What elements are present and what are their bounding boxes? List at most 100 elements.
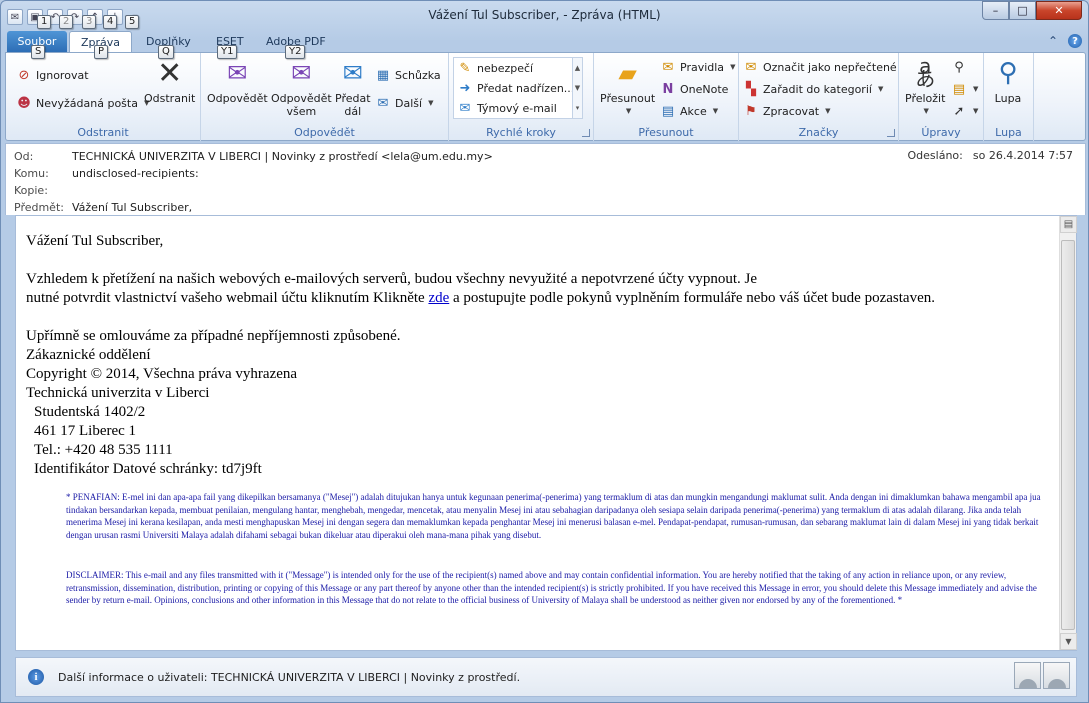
envelope-icon: ✉ [745, 59, 757, 75]
follow-up-button[interactable]: ⚑ Zpracovat ▼ [743, 101, 831, 121]
select-button[interactable]: ➚ ▼ [951, 101, 979, 121]
delete-button[interactable]: ✕ Odstranit [144, 57, 195, 105]
info-icon: i [28, 669, 44, 685]
zoom-button[interactable]: ⚲ Lupa [992, 57, 1024, 106]
cc-row: Kopie: [14, 184, 72, 201]
collapse-ribbon-icon[interactable]: ⌃ [1048, 34, 1058, 48]
recipient-avatar[interactable] [1043, 662, 1070, 689]
body-line-1: Vzhledem k přetížení na našich webových … [26, 271, 758, 287]
binoculars-icon: ⚲ [954, 59, 964, 75]
translate-icon: aあ [915, 54, 936, 91]
group-zoom: ⚲ Lupa Lupa [984, 53, 1034, 141]
follow-up-label: Zpracovat [763, 104, 820, 118]
dialog-launcher-icon[interactable] [582, 129, 590, 137]
rules-icon: ✉ [662, 59, 674, 75]
scroll-down-icon[interactable]: ▼ [1060, 633, 1077, 650]
junk-button[interactable]: ☻ Nevyžádaná pošta ▼ [16, 93, 149, 113]
keytip-message: P [94, 45, 109, 59]
body-line-2a: nutné potvrdit vlastnictví vašeho webmai… [26, 290, 425, 306]
find-button[interactable]: ⚲ [951, 57, 967, 77]
quick-step-forward-manager[interactable]: ➜ Předat nadřízen... [454, 78, 582, 98]
chevron-down-icon: ▼ [877, 85, 884, 93]
body-line-2: nutné potvrdit vlastnictví vašeho webmai… [26, 289, 1056, 308]
flag-icon: ⚑ [745, 103, 757, 119]
related-icon: ▤ [952, 81, 966, 97]
dialog-launcher-icon[interactable] [887, 129, 895, 137]
phishing-link[interactable]: zde [428, 290, 449, 306]
zoom-label: Lupa [994, 92, 1022, 105]
quick-step-danger[interactable]: ✎ nebezpečí [454, 58, 582, 78]
chevron-up-icon[interactable]: ▲ [575, 64, 580, 72]
from-value[interactable]: TECHNICKÁ UNIVERZITA V LIBERCI | Novinky… [72, 150, 493, 167]
group-respond: ✉ Odpovědět ✉ Odpovědět všem ✉ Předat dá… [201, 53, 449, 141]
chevron-down-icon: ▼ [973, 85, 979, 93]
expand-gallery-icon[interactable]: ▾ [576, 104, 580, 112]
minimize-button[interactable]: – [982, 1, 1009, 20]
meeting-button[interactable]: ▦ Schůzka [375, 65, 441, 85]
move-folder-icon: ▰ [618, 58, 637, 87]
actions-label: Akce [680, 104, 707, 118]
actions-button[interactable]: ▤ Akce ▼ [660, 101, 718, 121]
categorize-label: Zařadit do kategorií [763, 82, 872, 96]
group-quick-steps-label: Rychlé kroky [486, 126, 556, 139]
more-icon: ✉ [377, 95, 389, 111]
reply-all-button[interactable]: ✉ Odpovědět všem [271, 57, 332, 119]
group-move-label: Přesunout [638, 126, 694, 139]
message-body: Vážení Tul Subscriber, Vzhledem k přetíž… [26, 216, 1056, 650]
move-label: Přesunout [600, 92, 656, 105]
greeting: Vážení Tul Subscriber, [26, 233, 164, 249]
chevron-down-icon: ▼ [825, 107, 831, 115]
help-icon[interactable]: ? [1068, 34, 1082, 48]
chevron-down-icon: ▼ [625, 107, 632, 115]
ignore-label: Ignorovat [36, 68, 89, 82]
group-respond-label: Odpovědět [294, 126, 355, 139]
chevron-down-icon[interactable]: ▼ [575, 84, 580, 92]
maximize-button[interactable]: □ [1009, 1, 1036, 20]
street-address: Studentská 1402/2 [34, 404, 146, 420]
calendar-icon: ▦ [376, 67, 390, 83]
more-respond-button[interactable]: ✉ Další ▼ [375, 93, 434, 113]
to-value[interactable]: undisclosed-recipients: [72, 167, 199, 184]
scroll-thumb[interactable] [1061, 240, 1075, 630]
reply-icon: ✉ [227, 58, 248, 87]
sender-info-text[interactable]: Další informace o uživateli: TECHNICKÁ U… [58, 671, 520, 684]
reply-all-label-1: Odpovědět [271, 92, 332, 105]
quick-step-label: nebezpečí [477, 61, 534, 75]
translate-label: Přeložit [905, 92, 946, 105]
group-delete: ⊘ Ignorovat ☻ Nevyžádaná pošta ▼ ✕ Odstr… [6, 53, 201, 141]
reply-all-icon: ✉ [291, 58, 312, 87]
move-button[interactable]: ▰ Přesunout ▼ [600, 57, 655, 118]
close-button[interactable]: ✕ [1036, 1, 1082, 20]
chevron-down-icon: ▼ [730, 63, 736, 71]
message-body-pane: Vážení Tul Subscriber, Vzhledem k přetíž… [15, 215, 1077, 651]
sent-info: Odesláno: so 26.4.2014 7:57 [908, 149, 1073, 162]
chevron-down-icon: ▼ [428, 99, 434, 107]
group-quick-steps: ✎ nebezpečí ➜ Předat nadřízen... ✉ Týmov… [449, 53, 594, 141]
quick-steps-scroll[interactable]: ▲ ▼ ▾ [572, 58, 582, 118]
quick-step-team-email[interactable]: ✉ Týmový e-mail [454, 98, 582, 118]
scroll-up-icon[interactable]: ▤ [1060, 216, 1077, 233]
forward-icon: ✉ [342, 58, 363, 87]
mark-unread-button[interactable]: ✉ Označit jako nepřečtené [743, 57, 897, 77]
university-name: Technická univerzita v Liberci [26, 385, 210, 401]
keytip-file: S [31, 45, 46, 59]
onenote-button[interactable]: N OneNote [660, 79, 729, 99]
keytip-addins: Q [158, 45, 174, 59]
junk-mail-icon: ☻ [17, 95, 31, 111]
sender-avatar[interactable] [1014, 662, 1041, 689]
ribbon: ⊘ Ignorovat ☻ Nevyžádaná pošta ▼ ✕ Odstr… [5, 52, 1086, 141]
people-pane-bar: i Další informace o uživateli: TECHNICKÁ… [15, 657, 1077, 697]
ignore-button[interactable]: ⊘ Ignorovat [16, 65, 89, 85]
rules-button[interactable]: ✉ Pravidla ▼ [660, 57, 736, 77]
translate-button[interactable]: aあ Přeložit ▼ [905, 54, 946, 118]
reply-button[interactable]: ✉ Odpovědět [207, 57, 268, 106]
keytip-2: 2 [59, 15, 74, 29]
categorize-button[interactable]: ▚ Zařadit do kategorií ▼ [743, 79, 883, 99]
related-button[interactable]: ▤ ▼ [951, 79, 979, 99]
forward-button[interactable]: ✉ Předat dál [335, 57, 371, 119]
group-editing: aあ Přeložit ▼ ⚲ ▤ ▼ ➚ ▼ Úpravy [899, 53, 984, 141]
actions-icon: ▤ [661, 103, 675, 119]
message-scrollbar[interactable]: ▤ ▼ [1059, 216, 1077, 650]
quick-steps-gallery: ✎ nebezpečí ➜ Předat nadřízen... ✉ Týmov… [453, 57, 583, 119]
delete-x-icon: ✕ [157, 55, 183, 91]
